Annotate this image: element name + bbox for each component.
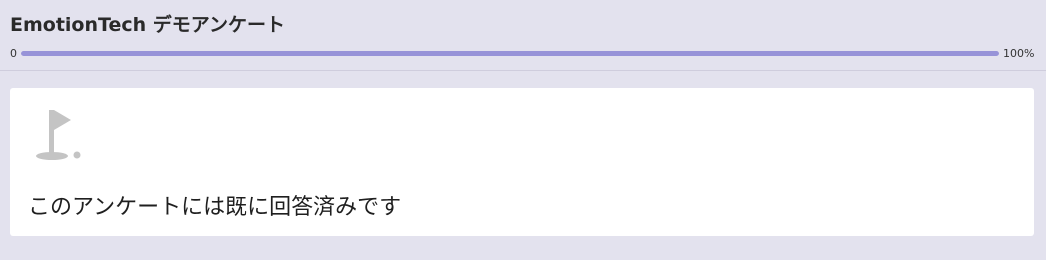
message-card: このアンケートには既に回答済みです <box>10 88 1034 236</box>
already-answered-message: このアンケートには既に回答済みです <box>28 195 402 220</box>
progress-end-label: 100% <box>1003 47 1035 60</box>
survey-title: EmotionTech デモアンケート <box>10 14 285 36</box>
progress-bar <box>21 51 999 56</box>
survey-header: EmotionTech デモアンケート 0 100% <box>0 0 1046 71</box>
progress-start-label: 0 <box>10 47 17 60</box>
flag-icon <box>36 110 81 160</box>
progress-bar-fill <box>21 51 999 56</box>
